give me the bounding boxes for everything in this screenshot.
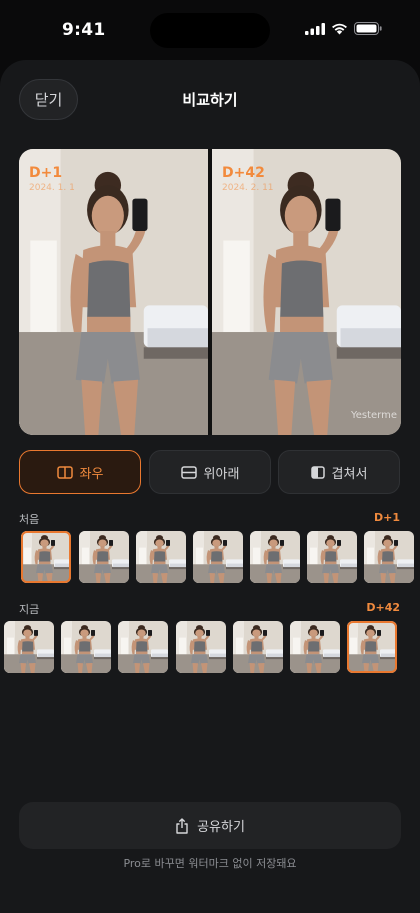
thumbnail[interactable] xyxy=(347,621,397,673)
mode-side-by-side-label: 좌우 xyxy=(79,466,104,482)
dynamic-island xyxy=(150,13,270,48)
battery-icon xyxy=(354,22,382,35)
thumbnail[interactable] xyxy=(21,531,71,583)
split-vertical-icon xyxy=(180,465,197,479)
thumbnail[interactable] xyxy=(364,531,414,583)
status-time: 9:41 xyxy=(62,20,106,40)
first-strip-label: 처음 xyxy=(19,513,40,526)
after-date: 2024. 2. 11 xyxy=(222,183,274,193)
thumbnail[interactable] xyxy=(250,531,300,583)
overlay-icon xyxy=(310,465,325,479)
thumbnail[interactable] xyxy=(176,621,226,673)
thumbnail[interactable] xyxy=(118,621,168,673)
share-label: 공유하기 xyxy=(197,820,245,835)
compare-mode-selector: 좌우 위아래 겹쳐서 xyxy=(19,450,401,494)
before-photo: D+1 2024. 1. 1 xyxy=(19,149,208,435)
status-bar: 9:41 xyxy=(0,0,420,60)
mode-overlay-button[interactable]: 겹쳐서 xyxy=(278,450,400,494)
thumbnail[interactable] xyxy=(136,531,186,583)
now-strip-label: 지금 xyxy=(19,603,40,616)
thumbnail[interactable] xyxy=(193,531,243,583)
first-photo-strip[interactable] xyxy=(0,531,420,585)
first-selected-day: D+1 xyxy=(373,511,400,524)
now-photo-strip[interactable] xyxy=(0,621,420,675)
mode-side-by-side-button[interactable]: 좌우 xyxy=(19,450,141,494)
split-horizontal-icon xyxy=(56,465,73,479)
share-icon xyxy=(176,817,188,834)
now-selected-day: D+42 xyxy=(366,601,400,614)
thumbnail[interactable] xyxy=(61,621,111,673)
page-title: 비교하기 xyxy=(182,91,238,109)
pro-upsell-note: Pro로 바꾸면 워터마크 없이 저장돼요 xyxy=(123,857,297,870)
after-photo: D+42 2024. 2. 11 Yesterme xyxy=(212,149,401,435)
wifi-icon xyxy=(332,23,347,34)
thumbnail[interactable] xyxy=(290,621,340,673)
mode-overlay-label: 겹쳐서 xyxy=(331,466,368,482)
after-day-label: D+42 xyxy=(222,165,265,181)
before-day-label: D+1 xyxy=(29,165,63,181)
cellular-signal-icon xyxy=(305,22,325,35)
watermark: Yesterme xyxy=(350,410,397,421)
thumbnail[interactable] xyxy=(233,621,283,673)
compare-preview[interactable]: D+1 2024. 1. 1 D+42 2024. 2. 11 Yesterme xyxy=(19,149,401,435)
thumbnail[interactable] xyxy=(4,621,54,673)
compare-sheet: 닫기 비교하기 D+1 2024. 1. 1 D+42 2024. 2. 11 … xyxy=(0,60,420,913)
status-icons xyxy=(305,22,382,35)
mode-top-bottom-button[interactable]: 위아래 xyxy=(149,450,271,494)
thumbnail[interactable] xyxy=(307,531,357,583)
mode-top-bottom-label: 위아래 xyxy=(203,466,240,482)
before-date: 2024. 1. 1 xyxy=(29,183,75,193)
thumbnail[interactable] xyxy=(79,531,129,583)
share-button[interactable]: 공유하기 xyxy=(19,802,401,849)
